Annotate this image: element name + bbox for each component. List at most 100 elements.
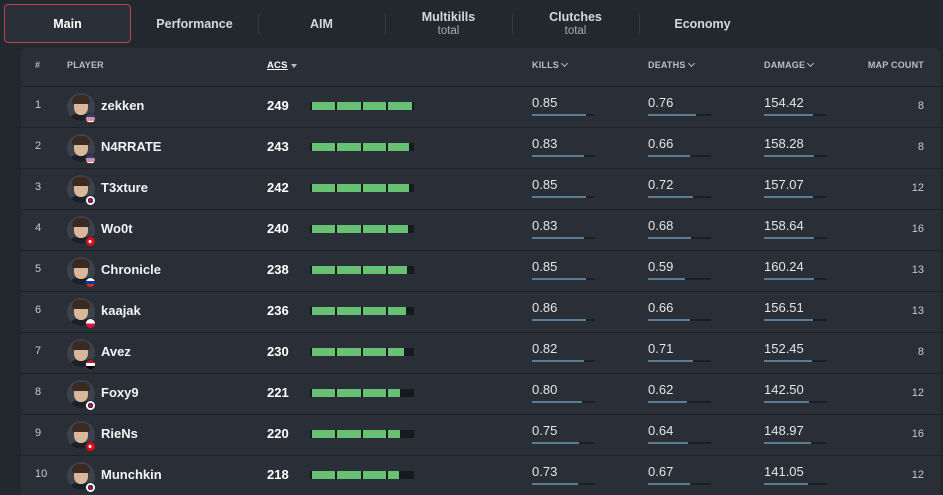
rank-number: 9 (35, 427, 42, 439)
kills-bar-fill (532, 483, 578, 485)
damage-value: 158.28 (764, 136, 804, 151)
damage-value: 160.24 (764, 259, 804, 274)
kills-bar (532, 196, 595, 198)
damage-bar-fill (764, 237, 814, 239)
tab-clutches[interactable]: Clutches total (512, 4, 639, 43)
rank-number: 6 (35, 304, 42, 316)
acs-bar (310, 307, 414, 315)
acs-bar-segment (388, 225, 408, 233)
player-name[interactable]: RieNs (101, 426, 138, 441)
tab-main[interactable]: Main (4, 4, 131, 43)
stats-tabs: Main Performance AIM Multikills total Cl… (0, 0, 943, 46)
tab-aim[interactable]: AIM (258, 4, 385, 43)
acs-bar-segment (312, 143, 335, 151)
table-row[interactable]: 2 N4RRATE 243 0.83 0.66 158.28 8 (21, 127, 940, 168)
deaths-bar-fill (648, 401, 687, 403)
kills-header-sort[interactable]: KILLS (532, 59, 569, 70)
deaths-bar (648, 360, 711, 362)
deaths-bar (648, 278, 711, 280)
acs-bar-segment (312, 430, 335, 438)
deaths-value: 0.71 (648, 341, 674, 356)
acs-bar-segment (337, 307, 361, 315)
kills-value: 0.85 (532, 95, 558, 110)
damage-header: DAMAGE (764, 60, 806, 70)
deaths-header-sort[interactable]: DEATHS (648, 59, 695, 70)
tab-sublabel: total (437, 25, 460, 37)
damage-bar-fill (764, 319, 813, 321)
damage-header-sort[interactable]: DAMAGE (764, 59, 815, 70)
damage-bar (764, 196, 827, 198)
acs-bar-segment (388, 471, 399, 479)
table-row[interactable]: 1 zekken 249 0.85 0.76 154.42 8 (21, 86, 940, 127)
damage-bar (764, 401, 827, 403)
tab-performance[interactable]: Performance (131, 4, 258, 43)
tab-economy[interactable]: Economy (639, 4, 766, 43)
deaths-bar-fill (648, 319, 690, 321)
player-name[interactable]: Foxy9 (101, 385, 139, 400)
deaths-bar-fill (648, 114, 696, 116)
player-name[interactable]: Chronicle (101, 262, 161, 277)
deaths-bar-fill (648, 442, 688, 444)
acs-value: 221 (267, 385, 289, 400)
acs-bar-segment (363, 266, 386, 274)
kills-bar-fill (532, 360, 584, 362)
acs-bar (310, 266, 414, 274)
acs-bar (310, 348, 414, 356)
chevron-down-icon (560, 59, 569, 68)
acs-bar (310, 102, 414, 110)
deaths-bar-fill (648, 483, 690, 485)
acs-header: ACS (267, 60, 288, 71)
deaths-bar (648, 114, 711, 116)
kills-value: 0.83 (532, 218, 558, 233)
acs-bar-segment (312, 102, 335, 110)
kills-value: 0.83 (532, 136, 558, 151)
tab-label: Multikills (421, 10, 476, 24)
acs-value: 236 (267, 303, 289, 318)
player-name[interactable]: Wo0t (101, 221, 133, 236)
acs-bar-segment (363, 471, 386, 479)
tab-label: AIM (310, 16, 333, 31)
tab-label: Main (53, 16, 82, 31)
player-name[interactable]: Avez (101, 344, 131, 359)
damage-value: 157.07 (764, 177, 804, 192)
acs-bar-segment (388, 102, 412, 110)
table-row[interactable]: 3 T3xture 242 0.85 0.72 157.07 12 (21, 168, 940, 209)
kills-value: 0.85 (532, 259, 558, 274)
rank-number: 4 (35, 222, 42, 234)
damage-bar-fill (764, 114, 813, 116)
table-row[interactable]: 9 RieNs 220 0.75 0.64 148.97 16 (21, 414, 940, 455)
kills-bar-fill (532, 278, 586, 280)
player-name[interactable]: kaajak (101, 303, 141, 318)
table-row[interactable]: 10 Munchkin 218 0.73 0.67 141.05 12 (21, 455, 940, 495)
table-row[interactable]: 6 kaajak 236 0.86 0.66 156.51 13 (21, 291, 940, 332)
tab-multikills[interactable]: Multikills total (385, 4, 512, 43)
damage-bar-fill (764, 442, 811, 444)
damage-bar-fill (764, 483, 808, 485)
table-row[interactable]: 7 Avez 230 0.82 0.71 152.45 8 (21, 332, 940, 373)
player-name[interactable]: N4RRATE (101, 139, 161, 154)
table-row[interactable]: 8 Foxy9 221 0.80 0.62 142.50 12 (21, 373, 940, 414)
acs-bar-segment (363, 430, 386, 438)
table-header: # PLAYER ACS KILLS DEATHS DAMAGE MAP COU… (21, 48, 940, 86)
table-row[interactable]: 4 Wo0t 240 0.83 0.68 158.64 16 (21, 209, 940, 250)
acs-bar-segment (388, 348, 404, 356)
table-row[interactable]: 5 Chronicle 238 0.85 0.59 160.24 13 (21, 250, 940, 291)
deaths-value: 0.66 (648, 136, 674, 151)
acs-bar-segment (337, 389, 361, 397)
acs-header-sort[interactable]: ACS (267, 60, 297, 71)
damage-bar-fill (764, 360, 812, 362)
tab-sublabel: total (564, 25, 587, 37)
player-name[interactable]: T3xture (101, 180, 148, 195)
country-flag-icon (85, 195, 96, 206)
map-count-value: 13 (911, 305, 924, 317)
deaths-value: 0.64 (648, 423, 674, 438)
acs-bar (310, 389, 414, 397)
acs-bar-segment (312, 266, 335, 274)
player-name[interactable]: zekken (101, 98, 144, 113)
deaths-bar (648, 483, 711, 485)
damage-value: 141.05 (764, 464, 804, 479)
acs-bar-segment (312, 389, 335, 397)
acs-bar-segment (312, 225, 335, 233)
player-name[interactable]: Munchkin (101, 467, 162, 482)
kills-bar (532, 114, 595, 116)
